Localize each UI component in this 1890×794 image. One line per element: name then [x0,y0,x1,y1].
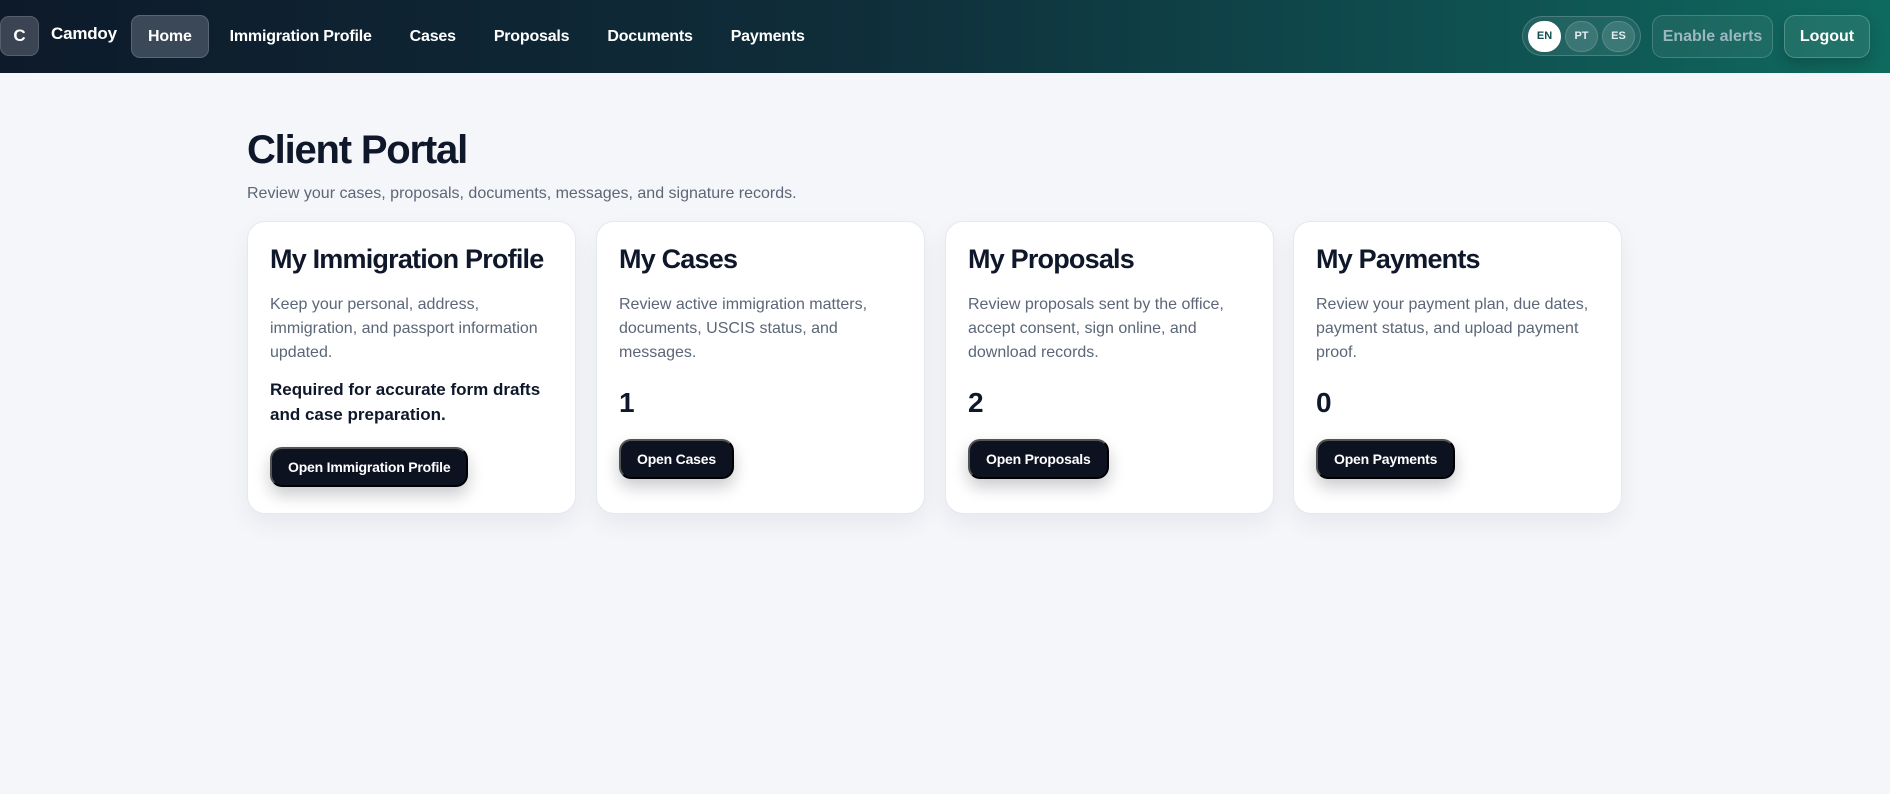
proposals-count: 2 [968,387,984,418]
enable-alerts-button[interactable]: Enable alerts [1652,15,1773,58]
cases-count: 1 [619,387,635,418]
nav-item-cases[interactable]: Cases [393,15,473,58]
page-subtitle: Review your cases, proposals, documents,… [247,185,797,202]
card-cases: My Cases Review active immigration matte… [596,221,925,514]
card-description: Review active immigration matters, docum… [619,296,868,361]
card-description: Review your payment plan, due dates, pay… [1316,296,1589,361]
card-proposals: My Proposals Review proposals sent by th… [945,221,1274,514]
card-title: My Payments [1316,244,1481,274]
language-switcher: EN PT ES [1522,16,1641,56]
card-payments: My Payments Review your payment plan, du… [1293,221,1622,514]
open-cases-button[interactable]: Open Cases [619,439,734,479]
nav-item-documents[interactable]: Documents [590,15,709,58]
nav-item-immigration-profile[interactable]: Immigration Profile [213,15,389,58]
main-nav: Home Immigration Profile Cases Proposals… [131,15,822,58]
page-title: Client Portal [247,128,468,172]
brand-name[interactable]: Camdoy [51,24,117,44]
card-title: My Cases [619,244,738,274]
card-description: Review proposals sent by the office, acc… [968,296,1224,361]
nav-item-proposals[interactable]: Proposals [477,15,587,58]
language-option-en[interactable]: EN [1528,20,1561,52]
open-proposals-button[interactable]: Open Proposals [968,439,1109,479]
nav-item-payments[interactable]: Payments [714,15,822,58]
logout-button[interactable]: Logout [1784,15,1870,58]
card-description: Keep your personal, address, immigration… [270,296,538,361]
payments-count: 0 [1316,387,1332,418]
nav-item-home[interactable]: Home [131,15,209,58]
open-immigration-profile-button[interactable]: Open Immigration Profile [270,447,469,487]
language-option-es[interactable]: ES [1602,20,1635,52]
brand-logo-badge[interactable]: C [0,16,39,56]
card-required-note: Required for accurate form drafts and ca… [270,380,541,424]
language-option-pt[interactable]: PT [1565,20,1598,52]
open-payments-button[interactable]: Open Payments [1316,439,1456,479]
card-title: My Immigration Profile [270,244,544,274]
card-title: My Proposals [968,244,1135,274]
top-navigation-bar: C Camdoy Home Immigration Profile Cases … [0,0,1890,73]
card-immigration-profile: My Immigration Profile Keep your persona… [247,221,576,514]
